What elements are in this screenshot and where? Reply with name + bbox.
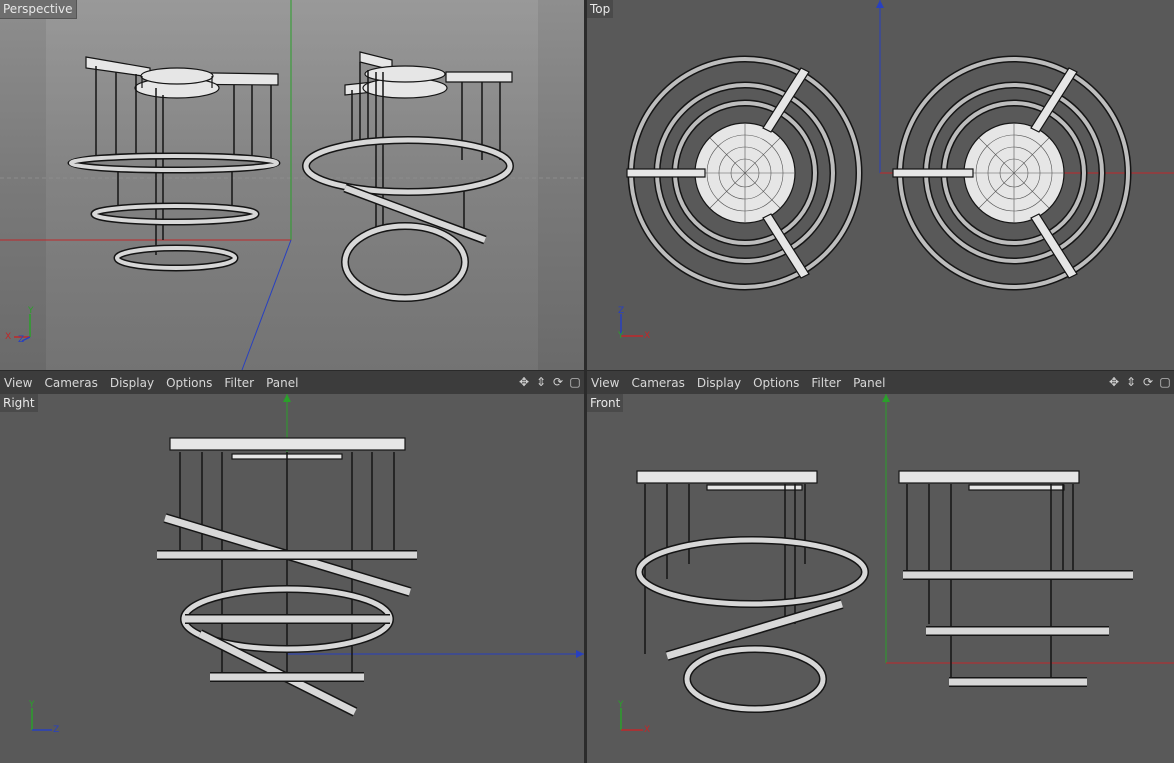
gizmo-y-label: Y xyxy=(28,306,34,316)
viewport-label-top[interactable]: Top xyxy=(587,0,614,18)
viewport-menubar-left: View Cameras Display Options Filter Panel ✥ ⇕… xyxy=(0,370,584,395)
menu-panel[interactable]: Panel xyxy=(847,371,891,395)
nav-icons: ✥ ⇕ ⟳ ▢ xyxy=(1107,375,1172,391)
menu-panel[interactable]: Panel xyxy=(260,371,304,395)
menu-cameras[interactable]: Cameras xyxy=(38,371,103,395)
viewport-divider-vertical[interactable] xyxy=(584,0,587,763)
gizmo-z-label: Z xyxy=(18,335,25,345)
menu-filter[interactable]: Filter xyxy=(805,371,847,395)
gizmo-y-label: Y xyxy=(618,700,624,710)
menu-filter[interactable]: Filter xyxy=(218,371,260,395)
gizmo-z-label: Z xyxy=(53,725,60,735)
viewport-label-front[interactable]: Front xyxy=(587,394,624,412)
zoom-icon[interactable]: ⇕ xyxy=(534,375,548,389)
gizmo-z-label: Z xyxy=(618,306,625,316)
gizmo-x-label: X xyxy=(5,332,12,342)
nav-icons: ✥ ⇕ ⟳ ▢ xyxy=(517,375,582,391)
menu-cameras[interactable]: Cameras xyxy=(625,371,690,395)
gizmo-x-label: X xyxy=(644,331,651,341)
zoom-icon[interactable]: ⇕ xyxy=(1124,375,1138,389)
gizmo-y-label: Y xyxy=(29,700,35,710)
menu-display[interactable]: Display xyxy=(691,371,747,395)
front-axis-gizmo xyxy=(620,708,643,731)
move-icon[interactable]: ✥ xyxy=(1107,375,1121,389)
menu-options[interactable]: Options xyxy=(747,371,805,395)
rotate-icon[interactable]: ⟳ xyxy=(551,375,565,389)
viewport-perspective[interactable]: Y X Z Perspective xyxy=(0,0,584,370)
right-axis-gizmo xyxy=(31,708,52,731)
menu-view[interactable]: View xyxy=(587,371,625,395)
gizmo-x-label: X xyxy=(644,725,651,735)
viewport-menubar-right: View Cameras Display Options Filter Panel ✥ ⇕… xyxy=(587,370,1174,395)
maximize-icon[interactable]: ▢ xyxy=(1158,375,1172,389)
right-scene xyxy=(31,394,584,731)
maximize-icon[interactable]: ▢ xyxy=(568,375,582,389)
viewport-label-right[interactable]: Right xyxy=(0,394,38,412)
rotate-icon[interactable]: ⟳ xyxy=(1141,375,1155,389)
viewport-right[interactable]: Y Z Right xyxy=(0,394,584,763)
menu-view[interactable]: View xyxy=(0,371,38,395)
top-scene xyxy=(620,0,1174,337)
perspective-scene xyxy=(0,0,584,370)
viewport-top[interactable]: Z Y X Top xyxy=(587,0,1174,370)
menu-display[interactable]: Display xyxy=(104,371,160,395)
menu-options[interactable]: Options xyxy=(160,371,218,395)
viewport-front[interactable]: Y X Front xyxy=(587,394,1174,763)
viewport-label-perspective[interactable]: Perspective xyxy=(0,0,77,19)
gizmo-y-label: Y xyxy=(618,331,624,341)
move-icon[interactable]: ✥ xyxy=(517,375,531,389)
front-scene xyxy=(620,394,1174,731)
top-axis-gizmo xyxy=(620,314,643,337)
